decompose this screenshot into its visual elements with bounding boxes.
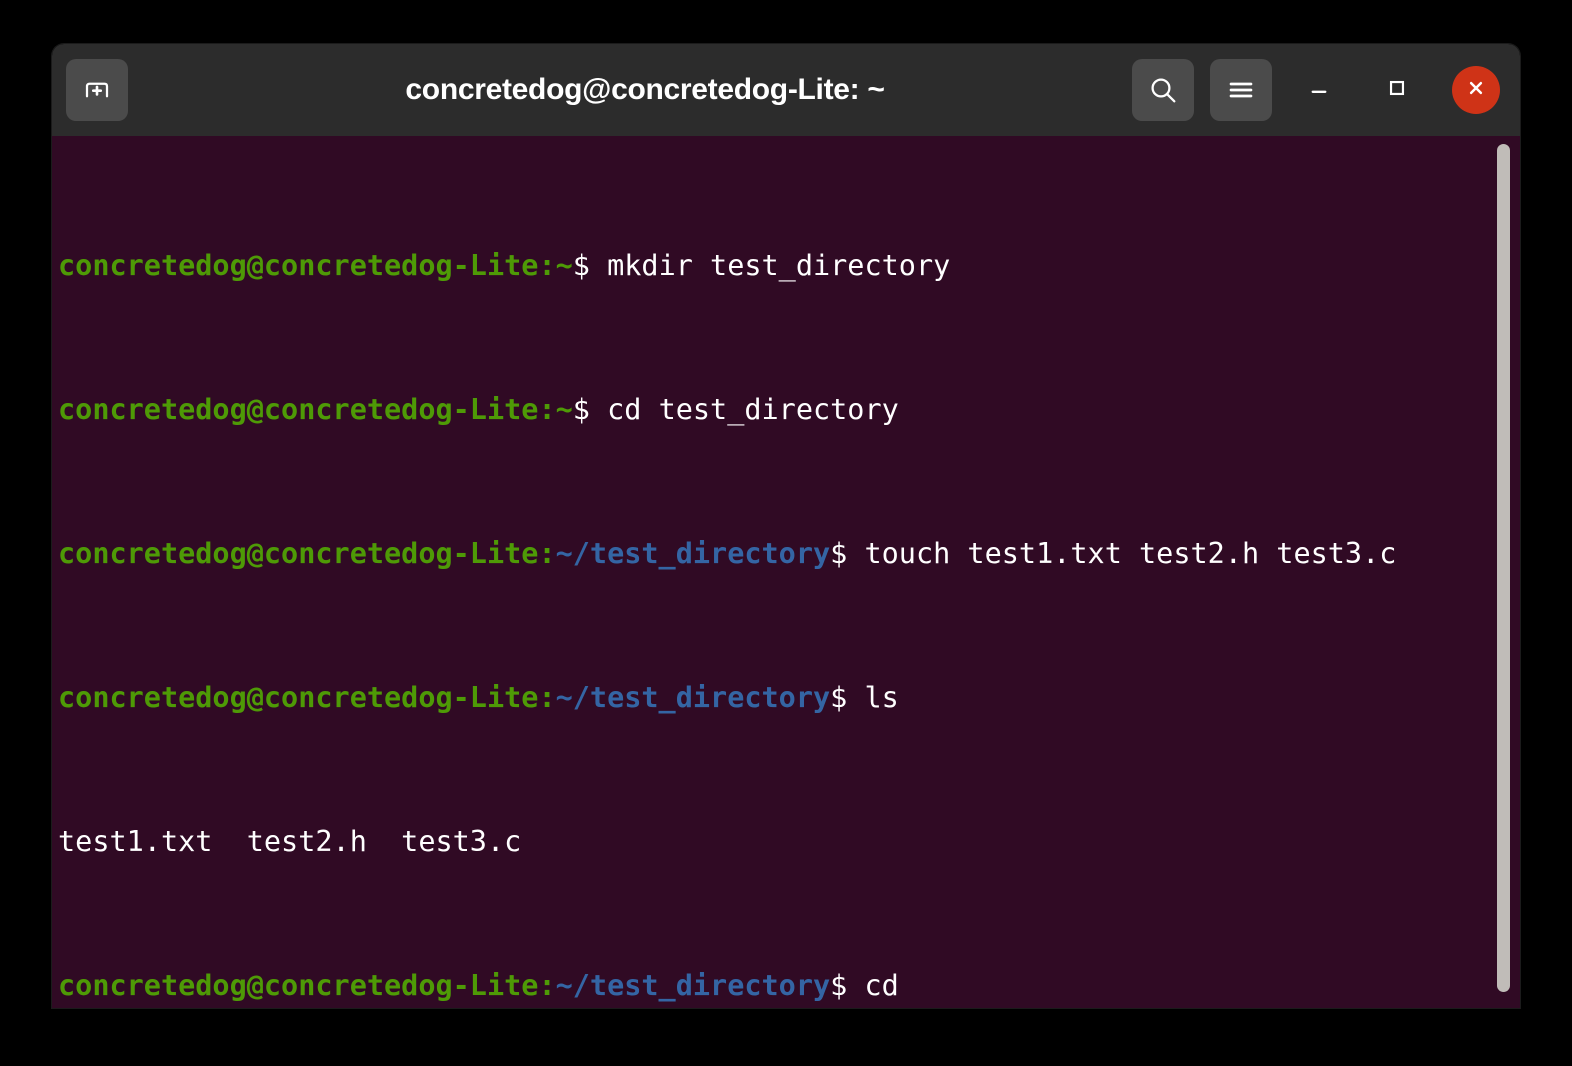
scrollbar-thumb[interactable] <box>1497 144 1510 992</box>
maximize-icon <box>1384 75 1410 105</box>
window-titlebar: concretedog@concretedog-Lite: ~ <box>52 44 1520 136</box>
close-button[interactable] <box>1452 66 1500 114</box>
prompt-sigil: $ <box>830 969 864 1002</box>
shell-prompt: concretedog@concretedog-Lite <box>58 969 538 1002</box>
search-icon <box>1147 74 1179 106</box>
command-text: cd test_directory <box>607 393 899 426</box>
shell-prompt: concretedog@concretedog-Lite <box>58 681 538 714</box>
terminal-line: concretedog@concretedog-Lite:~/test_dire… <box>58 968 1520 1004</box>
terminal-line: concretedog@concretedog-Lite:~$ mkdir te… <box>58 248 1520 284</box>
terminal-scrollbar[interactable] <box>1494 136 1512 1008</box>
prompt-path: ~/test_directory <box>556 969 831 1002</box>
prompt-path: :~ <box>538 393 572 426</box>
terminal-line: concretedog@concretedog-Lite:~$ cd test_… <box>58 392 1520 428</box>
prompt-colon: : <box>538 681 555 714</box>
command-text: mkdir test_directory <box>607 249 950 282</box>
command-text: cd <box>864 969 898 1002</box>
prompt-sigil: $ <box>573 393 607 426</box>
command-text: ls <box>864 681 898 714</box>
menu-button[interactable] <box>1210 59 1272 121</box>
command-text: touch test1.txt test2.h test3.c <box>864 537 1396 570</box>
prompt-sigil: $ <box>830 537 864 570</box>
window-title: concretedog@concretedog-Lite: ~ <box>128 73 1132 107</box>
desktop-background: concretedog@concretedog-Lite: ~ <box>0 0 1572 1066</box>
terminal-text: concretedog@concretedog-Lite:~$ mkdir te… <box>58 140 1520 1008</box>
prompt-colon: : <box>538 969 555 1002</box>
window-controls <box>1132 59 1506 121</box>
minimize-button[interactable] <box>1288 59 1350 121</box>
output-text: test1.txt test2.h test3.c <box>58 825 521 858</box>
hamburger-menu-icon <box>1225 74 1257 106</box>
shell-prompt: concretedog@concretedog-Lite <box>58 537 538 570</box>
terminal-line: concretedog@concretedog-Lite:~/test_dire… <box>58 680 1520 716</box>
terminal-window: concretedog@concretedog-Lite: ~ <box>52 44 1520 1008</box>
prompt-path: :~ <box>538 249 572 282</box>
terminal-line: test1.txt test2.h test3.c <box>58 824 1520 860</box>
new-tab-icon <box>82 75 112 105</box>
terminal-line: concretedog@concretedog-Lite:~/test_dire… <box>58 536 1520 572</box>
minimize-icon <box>1304 73 1334 107</box>
search-button[interactable] <box>1132 59 1194 121</box>
prompt-sigil: $ <box>573 249 607 282</box>
close-icon <box>1463 75 1489 105</box>
prompt-colon: : <box>538 537 555 570</box>
shell-prompt: concretedog@concretedog-Lite <box>58 393 538 426</box>
prompt-sigil: $ <box>830 681 864 714</box>
maximize-button[interactable] <box>1366 59 1428 121</box>
new-tab-button[interactable] <box>66 59 128 121</box>
shell-prompt: concretedog@concretedog-Lite <box>58 249 538 282</box>
prompt-path: ~/test_directory <box>556 537 831 570</box>
prompt-path: ~/test_directory <box>556 681 831 714</box>
terminal-output-area[interactable]: concretedog@concretedog-Lite:~$ mkdir te… <box>52 136 1520 1008</box>
